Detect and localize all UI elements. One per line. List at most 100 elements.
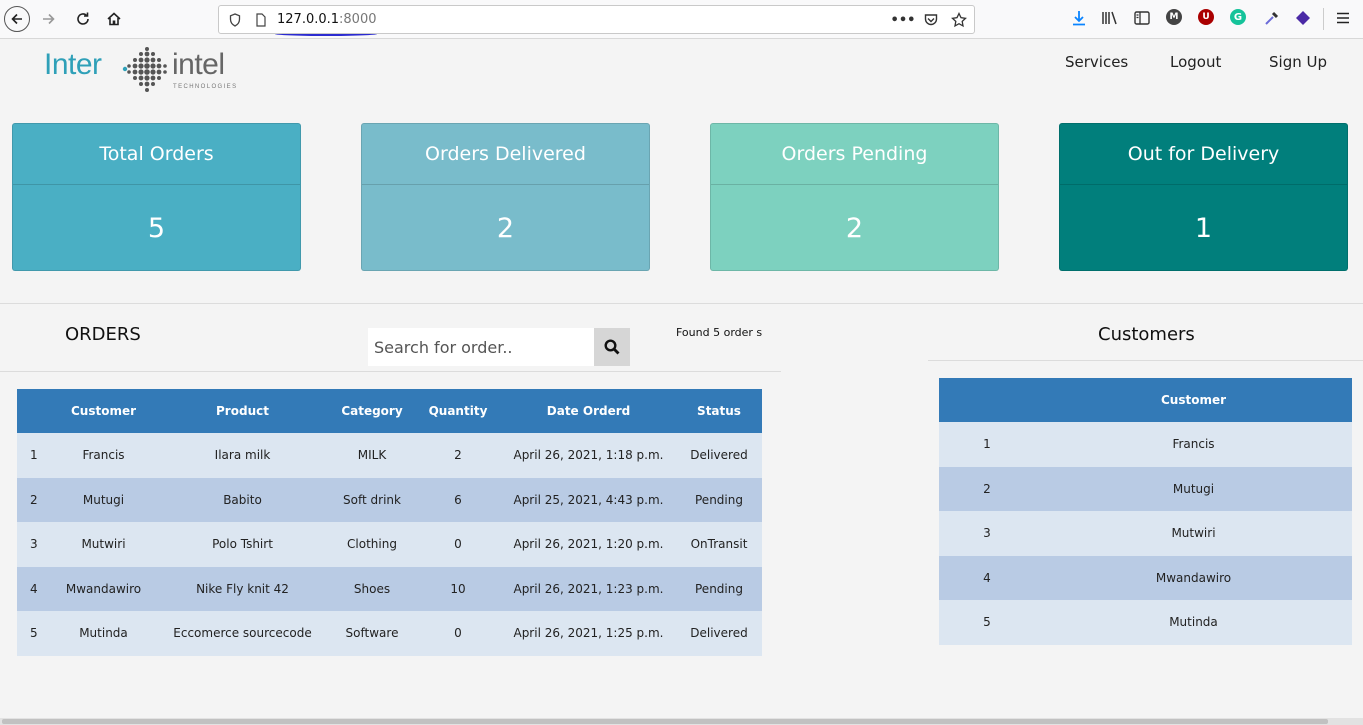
download-icon[interactable] [1070, 9, 1088, 27]
customers-column-header[interactable] [939, 378, 1035, 422]
table-cell: OnTransit [676, 522, 762, 567]
page-actions-icon[interactable]: ••• [891, 12, 916, 28]
stat-card: Total Orders 5 [12, 123, 301, 271]
table-cell: 2 [939, 466, 1035, 511]
toolbar-separator [1323, 8, 1324, 30]
scrollbar-thumb[interactable] [2, 719, 1328, 724]
menu-icon[interactable] [1334, 9, 1352, 27]
bookmark-star-icon[interactable] [951, 12, 967, 28]
orders-column-header[interactable]: Date Orderd [501, 389, 676, 433]
stat-card-value: 5 [147, 212, 166, 244]
table-cell: 2 [17, 477, 51, 522]
eyedropper-icon[interactable] [1263, 9, 1281, 27]
brand-logo[interactable]: Inter intel TECHNOLOGIES [44, 45, 249, 95]
table-cell: Polo Tshirt [156, 522, 329, 567]
shield-icon[interactable] [227, 12, 243, 28]
table-cell: April 26, 2021, 1:18 p.m. [501, 433, 676, 478]
library-icon[interactable] [1101, 9, 1119, 27]
nav-signup-link[interactable]: Sign Up [1269, 53, 1327, 71]
table-row[interactable]: 2 Mutugi [939, 466, 1352, 511]
url-annotation [275, 32, 377, 36]
stat-card-label: Orders Pending [711, 124, 998, 185]
ublock-icon[interactable]: U [1198, 9, 1214, 25]
table-cell: MILK [329, 433, 415, 478]
table-cell: 4 [17, 566, 51, 611]
logo-dots-icon [122, 47, 167, 92]
table-cell: 5 [17, 611, 51, 656]
table-cell: Mwandawiro [51, 566, 156, 611]
table-cell: Delivered [676, 433, 762, 478]
search-button[interactable] [594, 328, 630, 366]
stat-card: Orders Pending 2 [710, 123, 999, 271]
table-row[interactable]: 2 Mutugi Babito Soft drink 6 April 25, 2021, … [17, 477, 762, 522]
customers-title: Customers [1098, 324, 1195, 345]
search-icon [604, 339, 620, 355]
horizontal-scrollbar[interactable] [0, 718, 1363, 725]
home-icon[interactable] [101, 6, 127, 32]
grammarly-icon[interactable]: G [1230, 9, 1246, 25]
table-row[interactable]: 5 Mutinda [939, 600, 1352, 645]
order-search-input[interactable] [368, 328, 595, 366]
table-cell: April 26, 2021, 1:20 p.m. [501, 522, 676, 567]
table-cell: Pending [676, 566, 762, 611]
logo-tagline: TECHNOLOGIES [173, 84, 238, 90]
table-cell: Babito [156, 477, 329, 522]
table-row[interactable]: 4 Mwandawiro [939, 555, 1352, 600]
customers-column-header[interactable]: Customer [1035, 378, 1352, 422]
table-row[interactable]: 3 Mutwiri Polo Tshirt Clothing 0 April 26, 20… [17, 522, 762, 567]
reload-icon[interactable] [70, 6, 96, 32]
back-arrow-icon[interactable] [4, 6, 30, 32]
table-cell: Mutinda [1035, 600, 1352, 645]
extension-m-icon[interactable]: M [1166, 9, 1182, 25]
table-cell: Ilara milk [156, 433, 329, 478]
orders-column-header[interactable]: Customer [51, 389, 156, 433]
table-cell: Mutugi [51, 477, 156, 522]
table-cell: April 25, 2021, 4:43 p.m. [501, 477, 676, 522]
table-cell: Mutugi [1035, 466, 1352, 511]
stat-card-value: 1 [1194, 212, 1213, 244]
extension-diamond-icon[interactable] [1294, 9, 1312, 27]
orders-column-header[interactable] [17, 389, 51, 433]
table-cell: Soft drink [329, 477, 415, 522]
forward-arrow-icon[interactable] [36, 6, 62, 32]
pocket-icon[interactable] [923, 12, 939, 28]
table-cell: Software [329, 611, 415, 656]
orders-divider [0, 371, 781, 372]
table-cell: 3 [939, 511, 1035, 556]
page-icon[interactable] [253, 12, 269, 28]
customers-table: Customer 1 Francis 2 Mutugi 3 Mutwiri 4 Mwandaw… [939, 378, 1352, 645]
orders-table: Customer Product Category Quantity Date Orde… [17, 389, 762, 656]
sidebar-icon[interactable] [1133, 9, 1151, 27]
url-text[interactable]: 127.0.0.1:8000 [277, 12, 377, 27]
table-row[interactable]: 3 Mutwiri [939, 511, 1352, 556]
table-row[interactable]: 1 Francis [939, 422, 1352, 467]
table-cell: 6 [415, 477, 501, 522]
address-bar[interactable]: 127.0.0.1:8000 ••• [218, 5, 975, 36]
orders-column-header[interactable]: Quantity [415, 389, 501, 433]
table-cell: Mutinda [51, 611, 156, 656]
browser-toolbar: 127.0.0.1:8000 ••• M U G [0, 0, 1363, 39]
table-cell: April 26, 2021, 1:25 p.m. [501, 611, 676, 656]
nav-services-link[interactable]: Services [1065, 53, 1128, 71]
table-cell: 1 [939, 422, 1035, 467]
nav-logout-link[interactable]: Logout [1170, 53, 1221, 71]
table-cell: 5 [939, 600, 1035, 645]
customers-divider [928, 360, 1363, 361]
table-row[interactable]: 4 Mwandawiro Nike Fly knit 42 Shoes 10 April … [17, 566, 762, 611]
stat-card-label: Orders Delivered [362, 124, 649, 185]
table-cell: 1 [17, 433, 51, 478]
table-row[interactable]: 5 Mutinda Eccomerce sourcecode Software 0 Apr… [17, 611, 762, 656]
table-cell: Mwandawiro [1035, 555, 1352, 600]
orders-column-header[interactable]: Product [156, 389, 329, 433]
table-cell: Shoes [329, 566, 415, 611]
table-cell: Francis [51, 433, 156, 478]
orders-column-header[interactable]: Status [676, 389, 762, 433]
table-row[interactable]: 1 Francis Ilara milk MILK 2 April 26, 2021, 1… [17, 433, 762, 478]
table-cell: Francis [1035, 422, 1352, 467]
table-cell: 4 [939, 555, 1035, 600]
table-cell: Mutwiri [51, 522, 156, 567]
orders-column-header[interactable]: Category [329, 389, 415, 433]
table-cell: 0 [415, 611, 501, 656]
section-divider [0, 303, 1363, 304]
table-cell: 10 [415, 566, 501, 611]
